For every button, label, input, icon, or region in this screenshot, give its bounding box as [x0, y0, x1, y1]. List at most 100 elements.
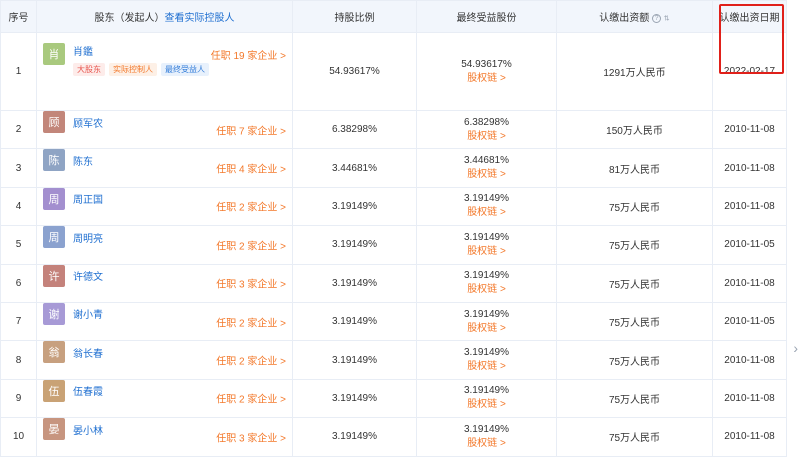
shareholder-name-link[interactable]: 肖鑑	[73, 43, 93, 58]
cell-holding-ratio: 54.93617%	[292, 32, 417, 111]
cell-beneficial: 3.19149% 股权链 >	[416, 186, 557, 227]
beneficial-value: 54.93617%	[461, 58, 512, 70]
view-controller-link[interactable]: 查看实际控股人	[165, 13, 235, 24]
equity-chain-link[interactable]: 股权链 >	[417, 245, 556, 259]
avatar: 肖	[43, 43, 65, 65]
cell-holding-ratio: 6.38298%	[292, 109, 417, 150]
info-icon[interactable]: ?	[652, 13, 662, 23]
positions-link[interactable]: 任职 3 家企业 >	[216, 429, 286, 444]
cell-shareholder: 翁 翁长春 任职 2 家企业 >	[36, 340, 293, 380]
positions-link[interactable]: 任职 3 家企业 >	[216, 276, 286, 291]
avatar: 顾	[43, 111, 65, 133]
cell-shareholder: 顾 顾军农 任职 7 家企业 >	[36, 109, 293, 150]
chevron-right-icon[interactable]: ›	[793, 340, 798, 356]
positions-link[interactable]: 任职 7 家企业 >	[216, 122, 286, 137]
cell-index: 9	[0, 378, 37, 419]
avatar: 周	[43, 226, 65, 249]
cell-subscribed-date: 2010-11-08	[712, 417, 787, 457]
table-row: 8 翁 翁长春 任职 2 家企业 > 3.19149% 3.19149% 股权链…	[0, 340, 787, 380]
header-holding-ratio: 持股比例	[292, 0, 417, 33]
cell-holding-ratio: 3.19149%	[292, 417, 417, 457]
cell-subscribed-amount: 81万人民币	[556, 148, 713, 188]
cell-index: 10	[0, 417, 37, 457]
positions-link[interactable]: 任职 2 家企业 >	[216, 353, 286, 368]
cell-shareholder: 伍 伍春霞 任职 2 家企业 >	[36, 378, 293, 419]
cell-shareholder: 许 许德文 任职 3 家企业 >	[36, 263, 293, 303]
equity-chain-link[interactable]: 股权链 >	[417, 322, 556, 336]
cell-beneficial: 3.44681% 股权链 >	[416, 148, 557, 188]
table-row: 3 陈 陈东 任职 4 家企业 > 3.44681% 3.44681% 股权链 …	[0, 148, 787, 188]
shareholder-name-link[interactable]: 谢小青	[73, 306, 103, 321]
avatar: 伍	[43, 379, 65, 402]
sort-icon[interactable]: ⇅	[664, 15, 670, 22]
cell-shareholder: 周 周正国 任职 2 家企业 >	[36, 186, 293, 227]
avatar: 翁	[43, 341, 65, 364]
positions-link[interactable]: 任职 2 家企业 >	[216, 391, 286, 406]
header-subscribed-date: 认缴出资日期	[712, 0, 787, 33]
cell-subscribed-amount: 75万人民币	[556, 378, 713, 419]
beneficial-value: 3.19149%	[463, 423, 510, 435]
header-beneficial: 最终受益股份	[416, 0, 557, 33]
table-row: 2 顾 顾军农 任职 7 家企业 > 6.38298% 6.38298% 股权链…	[0, 109, 787, 150]
cell-shareholder: 陈 陈东 任职 4 家企业 >	[36, 148, 293, 188]
cell-subscribed-date: 2010-11-08	[712, 340, 787, 380]
header-shareholder-label: 股东（发起人）	[94, 13, 165, 24]
cell-beneficial: 6.38298% 股权链 >	[416, 109, 557, 150]
shareholder-name-link[interactable]: 晏小林	[73, 422, 103, 437]
equity-chain-link[interactable]: 股权链 >	[417, 168, 556, 182]
positions-link[interactable]: 任职 2 家企业 >	[216, 199, 286, 214]
cell-holding-ratio: 3.19149%	[292, 263, 417, 303]
cell-index: 2	[0, 109, 37, 150]
beneficial-value: 3.44681%	[463, 155, 510, 167]
cell-beneficial: 3.19149% 股权链 >	[416, 301, 557, 342]
shareholder-name-link[interactable]: 顾军农	[73, 115, 103, 130]
table-row: 1 肖 肖鑑 大股东 实际控制人 最终受益人 任职 19 家企业 > 54.93…	[0, 32, 787, 111]
table-row: 7 谢 谢小青 任职 2 家企业 > 3.19149% 3.19149% 股权链…	[0, 301, 787, 342]
shareholder-tags: 大股东 实际控制人 最终受益人	[73, 63, 209, 76]
cell-shareholder: 肖 肖鑑 大股东 实际控制人 最终受益人 任职 19 家企业 >	[36, 32, 293, 111]
equity-chain-link[interactable]: 股权链 >	[417, 437, 556, 451]
cell-subscribed-date: 2010-11-08	[712, 109, 787, 150]
positions-link[interactable]: 任职 4 家企业 >	[216, 161, 286, 176]
positions-link[interactable]: 任职 2 家企业 >	[216, 314, 286, 329]
cell-subscribed-date: 2022-02-17	[712, 32, 787, 111]
beneficial-value: 3.19149%	[463, 385, 510, 397]
shareholder-name-link[interactable]: 陈东	[73, 153, 93, 168]
positions-link[interactable]: 任职 19 家企业 >	[211, 47, 286, 62]
positions-link[interactable]: 任职 2 家企业 >	[216, 237, 286, 252]
avatar: 晏	[43, 418, 65, 441]
cell-subscribed-amount: 75万人民币	[556, 186, 713, 227]
avatar: 周	[43, 187, 65, 210]
header-index: 序号	[0, 0, 37, 33]
avatar: 谢	[43, 302, 65, 325]
cell-holding-ratio: 3.44681%	[292, 148, 417, 188]
cell-holding-ratio: 3.19149%	[292, 378, 417, 419]
shareholder-name-link[interactable]: 翁长春	[73, 345, 103, 360]
cell-beneficial: 3.19149% 股权链 >	[416, 225, 557, 265]
cell-holding-ratio: 3.19149%	[292, 225, 417, 265]
table-row: 10 晏 晏小林 任职 3 家企业 > 3.19149% 3.19149% 股权…	[0, 417, 787, 457]
cell-subscribed-amount: 75万人民币	[556, 340, 713, 380]
shareholder-name-link[interactable]: 周明亮	[73, 230, 103, 245]
equity-chain-link[interactable]: 股权链 >	[417, 398, 556, 412]
cell-holding-ratio: 3.19149%	[292, 186, 417, 227]
shareholder-name-link[interactable]: 周正国	[73, 191, 103, 206]
equity-chain-link[interactable]: 股权链 >	[417, 283, 556, 297]
cell-subscribed-amount: 150万人民币	[556, 109, 713, 150]
cell-subscribed-date: 2010-11-08	[712, 148, 787, 188]
cell-shareholder: 晏 晏小林 任职 3 家企业 >	[36, 417, 293, 457]
cell-beneficial: 3.19149% 股权链 >	[416, 340, 557, 380]
equity-chain-link[interactable]: 股权链 >	[417, 72, 556, 86]
cell-subscribed-amount: 75万人民币	[556, 417, 713, 457]
header-subscribed-amount[interactable]: 认缴出资额 ? ⇅	[556, 0, 713, 33]
beneficial-value: 3.19149%	[463, 270, 510, 282]
shareholder-name-link[interactable]: 许德文	[73, 268, 103, 283]
equity-chain-link[interactable]: 股权链 >	[417, 130, 556, 144]
table-row: 5 周 周明亮 任职 2 家企业 > 3.19149% 3.19149% 股权链…	[0, 225, 787, 265]
cell-shareholder: 周 周明亮 任职 2 家企业 >	[36, 225, 293, 265]
shareholder-name-link[interactable]: 伍春霞	[73, 383, 103, 398]
equity-chain-link[interactable]: 股权链 >	[417, 360, 556, 374]
tag-ultimate-beneficiary: 最终受益人	[161, 63, 209, 76]
table-header-row: 序号 股东（发起人）查看实际控股人 持股比例 最终受益股份 认缴出资额 ? ⇅ …	[0, 0, 787, 33]
equity-chain-link[interactable]: 股权链 >	[417, 206, 556, 220]
